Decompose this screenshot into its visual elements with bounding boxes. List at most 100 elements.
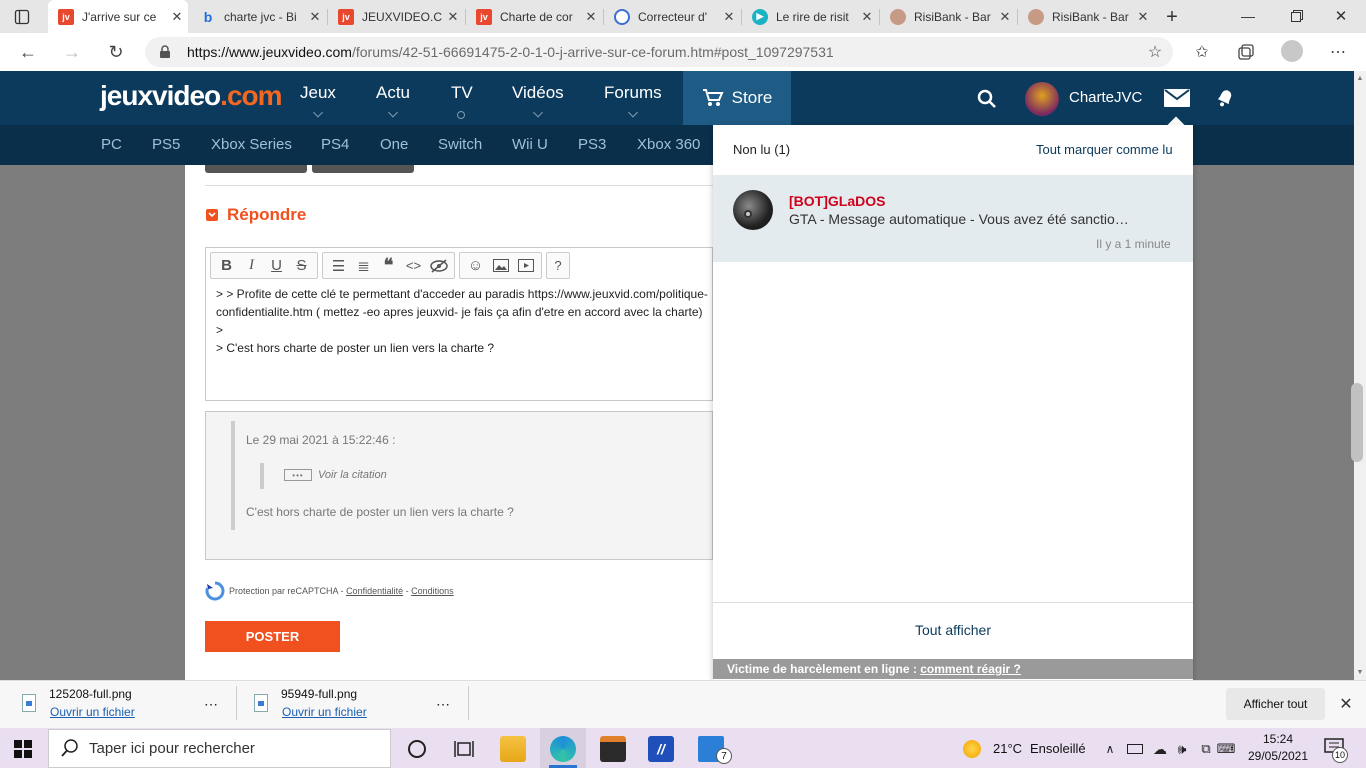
username[interactable]: CharteJVC (1069, 89, 1142, 106)
hidden-button[interactable] (312, 165, 414, 173)
scroll-up-icon[interactable]: ▲ (1354, 72, 1366, 84)
terms-link[interactable]: Conditions (411, 586, 454, 596)
onedrive-icon[interactable]: ☁ (1151, 739, 1169, 759)
bold-icon[interactable]: B (214, 254, 239, 278)
show-all-downloads-button[interactable]: Afficher tout (1226, 688, 1325, 720)
nav-jeux[interactable]: Jeux (300, 83, 336, 118)
download-filename[interactable]: 125208-full.png (49, 687, 132, 701)
file-explorer-icon[interactable] (500, 736, 526, 762)
tab[interactable]: jv Charte de cor ✕ (466, 0, 602, 33)
subnav-xbox-360[interactable]: Xbox 360 (637, 136, 700, 153)
minimize-icon[interactable]: — (1233, 6, 1263, 26)
weather-temp[interactable]: 21°C (993, 741, 1022, 756)
edge-icon[interactable] (550, 736, 576, 762)
close-tab-icon[interactable]: ✕ (1132, 9, 1154, 25)
close-downloads-icon[interactable]: ✕ (1334, 692, 1358, 716)
tab[interactable]: RisiBank - Bar ✕ (880, 0, 1016, 33)
profile-avatar-icon[interactable] (1281, 40, 1303, 62)
nav-videos[interactable]: Vidéos (512, 83, 564, 118)
expand-quote-icon[interactable]: ••• (284, 469, 312, 481)
scrollbar-thumb[interactable] (1351, 383, 1363, 462)
taskbar-search[interactable]: Taper ici pour rechercher (48, 729, 391, 768)
post-button[interactable]: POSTER (205, 621, 340, 652)
subnav-ps5[interactable]: PS5 (152, 136, 180, 153)
add-favorite-icon[interactable]: ☆ (1143, 40, 1167, 64)
nav-store[interactable]: Store (683, 71, 791, 125)
cortana-icon[interactable] (408, 740, 426, 758)
image-icon[interactable] (488, 254, 513, 278)
close-tab-icon[interactable]: ✕ (442, 9, 464, 25)
harassment-link[interactable]: comment réagir ? (920, 662, 1021, 676)
restore-icon[interactable] (1282, 6, 1312, 26)
open-file-link[interactable]: Ouvrir un fichier (282, 705, 367, 719)
editor-text[interactable]: > > Profite de cette clé te permettant d… (216, 285, 711, 357)
code-icon[interactable]: <> (401, 254, 426, 278)
view-quote-link[interactable]: Voir la citation (318, 469, 387, 481)
favorites-icon[interactable]: ✩ (1190, 40, 1214, 64)
tab[interactable]: ▶ Le rire de risit ✕ (742, 0, 878, 33)
numbered-list-icon[interactable]: ≣ (351, 254, 376, 278)
weather-text[interactable]: Ensoleillé (1030, 741, 1086, 756)
tab-active[interactable]: jv J'arrive sur ce ✕ (48, 0, 188, 33)
back-icon[interactable]: ← (14, 40, 42, 64)
lock-icon[interactable] (156, 43, 174, 61)
volume-icon[interactable]: 🕪 (1173, 739, 1191, 759)
quote-icon[interactable]: ❝ (376, 254, 401, 278)
tab[interactable]: RisiBank - Bar ✕ (1018, 0, 1154, 33)
user-avatar[interactable] (1025, 82, 1059, 116)
nav-forums[interactable]: Forums (604, 83, 662, 118)
nav-actu[interactable]: Actu (376, 83, 410, 118)
download-filename[interactable]: 95949-full.png (281, 687, 357, 701)
tab[interactable]: Correcteur d' ✕ (604, 0, 740, 33)
more-options-icon[interactable]: ⋯ (432, 694, 454, 714)
subnav-wii-u[interactable]: Wii U (512, 136, 548, 153)
bell-icon[interactable] (1212, 86, 1238, 110)
hidden-button[interactable] (205, 165, 307, 173)
subnav-switch[interactable]: Switch (438, 136, 482, 153)
site-logo[interactable]: jeuxvideo.com (100, 80, 283, 112)
video-icon[interactable] (513, 254, 538, 278)
more-options-icon[interactable]: ⋯ (200, 694, 222, 714)
store-app-icon[interactable] (600, 736, 626, 762)
subnav-ps3[interactable]: PS3 (578, 136, 606, 153)
tab-actions-icon[interactable] (12, 7, 32, 27)
sun-icon[interactable] (963, 740, 981, 758)
chevron-up-icon[interactable]: ∧ (1101, 739, 1119, 759)
nav-tv[interactable]: TV (451, 83, 473, 119)
close-tab-icon[interactable]: ✕ (580, 9, 602, 25)
close-tab-icon[interactable]: ✕ (856, 9, 878, 25)
subnav-ps4[interactable]: PS4 (321, 136, 349, 153)
strikethrough-icon[interactable]: S (289, 254, 314, 278)
smiley-icon[interactable]: ☺ (463, 254, 488, 278)
url-bar[interactable]: https://www.jeuxvideo.com/forums/42-51-6… (145, 37, 1173, 67)
new-tab-icon[interactable]: + (1160, 6, 1184, 28)
help-icon[interactable]: ? (550, 254, 566, 278)
italic-icon[interactable]: I (239, 254, 264, 278)
subnav-pc[interactable]: PC (101, 136, 122, 153)
close-tab-icon[interactable]: ✕ (718, 9, 740, 25)
search-icon[interactable] (975, 87, 999, 111)
bullet-list-icon[interactable]: ☰ (326, 254, 351, 278)
mail-icon[interactable] (1163, 87, 1191, 109)
more-menu-icon[interactable]: ⋯ (1326, 40, 1350, 64)
open-file-link[interactable]: Ouvrir un fichier (50, 705, 135, 719)
scroll-down-icon[interactable]: ▼ (1354, 666, 1366, 678)
privacy-link[interactable]: Confidentialité (346, 586, 403, 596)
subnav-xbox-series[interactable]: Xbox Series (211, 136, 292, 153)
tab[interactable]: jv JEUXVIDEO.C ✕ (328, 0, 464, 33)
page-scrollbar[interactable] (1354, 71, 1366, 680)
subnav-one[interactable]: One (380, 136, 408, 153)
close-tab-icon[interactable]: ✕ (994, 9, 1016, 25)
taskbar-clock[interactable]: 15:24 29/05/2021 (1238, 731, 1318, 765)
keyboard-icon[interactable]: ⌨ (1217, 739, 1236, 759)
app-icon[interactable]: // (648, 736, 674, 762)
task-view-icon[interactable] (454, 740, 474, 758)
underline-icon[interactable]: U (264, 254, 289, 278)
mark-all-read-link[interactable]: Tout marquer comme lu (1036, 142, 1173, 157)
close-tab-icon[interactable]: ✕ (166, 9, 188, 25)
notification-author[interactable]: [BOT]GLaDOS (789, 193, 885, 209)
show-all-messages-link[interactable]: Tout afficher (713, 622, 1193, 638)
tab[interactable]: b charte jvc - Bi ✕ (190, 0, 326, 33)
close-tab-icon[interactable]: ✕ (304, 9, 326, 25)
collections-icon[interactable] (1234, 40, 1258, 64)
